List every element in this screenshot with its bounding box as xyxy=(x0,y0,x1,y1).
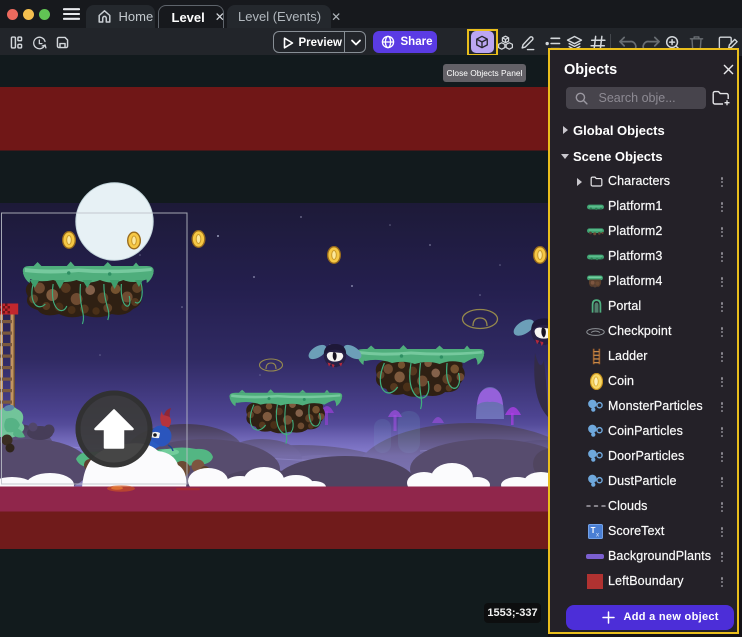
svg-text:T: T xyxy=(591,526,596,535)
